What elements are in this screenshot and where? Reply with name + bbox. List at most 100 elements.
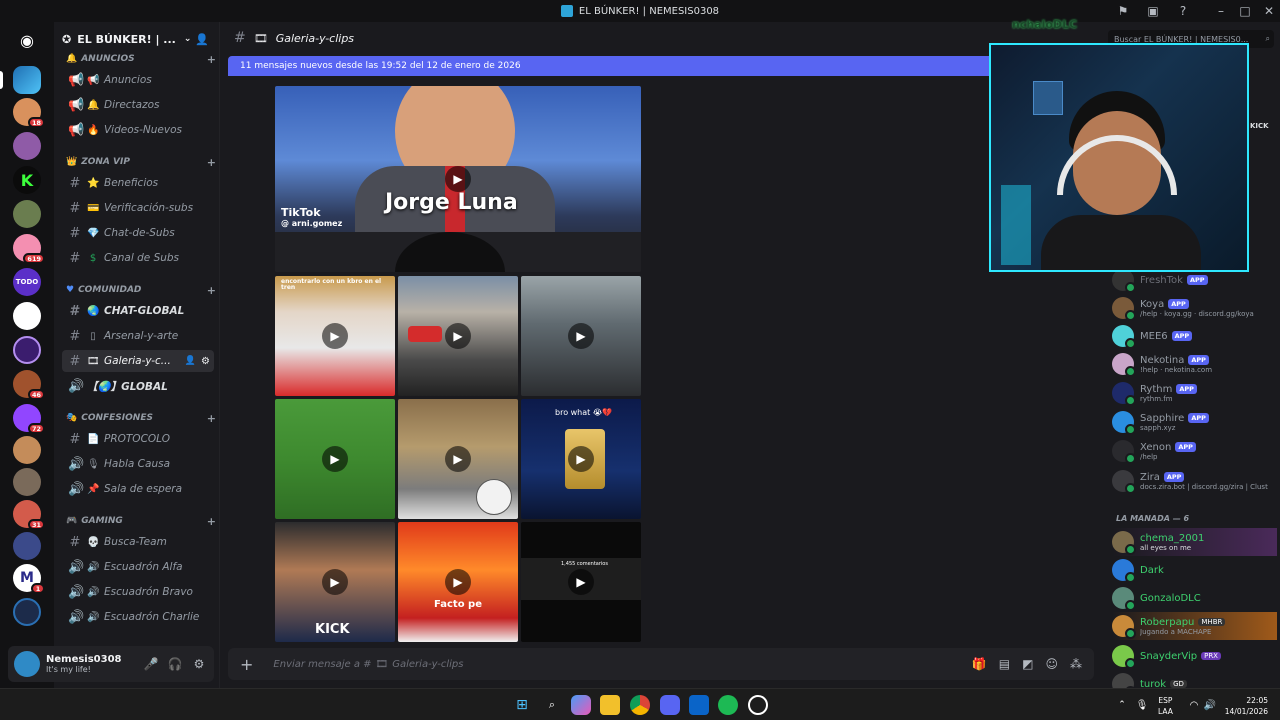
- server-icon[interactable]: [13, 532, 41, 560]
- play-icon[interactable]: ▶: [322, 569, 348, 595]
- play-icon[interactable]: ▶: [322, 323, 348, 349]
- sticker-icon[interactable]: ◩: [1022, 657, 1033, 671]
- settings-icon[interactable]: ⚙: [190, 657, 208, 671]
- server-icon[interactable]: K: [13, 166, 41, 194]
- server-icon[interactable]: 619: [13, 234, 45, 264]
- new-messages-bar[interactable]: 11 mensajes nuevos desde las 19:52 del 1…: [228, 56, 1008, 76]
- clock[interactable]: 22:05 14/01/2026: [1222, 695, 1268, 717]
- server-icon[interactable]: [0, 66, 41, 94]
- play-icon[interactable]: ▶: [445, 323, 471, 349]
- spotify-icon[interactable]: [718, 695, 738, 715]
- category-zona-vip[interactable]: 👑 ZONA VIP +: [66, 156, 216, 169]
- channel-busca-team[interactable]: # 💀 Busca-Team: [62, 531, 214, 553]
- gif-icon[interactable]: ▤: [999, 657, 1010, 671]
- emoji-icon[interactable]: ☺: [1045, 657, 1058, 671]
- channel-directazos[interactable]: 📢 🔔 Directazos: [62, 94, 214, 116]
- channel-sala-de-espera[interactable]: 🔊 📌 Sala de espera: [62, 478, 214, 500]
- start-icon[interactable]: ⊞: [512, 695, 532, 715]
- play-icon[interactable]: ▶: [445, 166, 471, 192]
- member-item[interactable]: Roberpapu MHBR Jugando a MACHAPE: [1112, 612, 1277, 640]
- add-channel-icon[interactable]: +: [207, 53, 216, 66]
- minimize-icon[interactable]: –: [1210, 0, 1232, 22]
- member-item[interactable]: Sapphire APP sapph.xyz: [1112, 408, 1277, 436]
- channel-verificacion-subs[interactable]: # 💳 Verificación-subs: [62, 197, 214, 219]
- video-tile[interactable]: ▶: [398, 399, 518, 519]
- close-icon[interactable]: ✕: [1258, 0, 1280, 22]
- guild-header[interactable]: ✪ EL BÚNKER! | ... ⌄ 👤: [54, 22, 219, 56]
- channel-global[interactable]: 🔊 【🌏】GLOBAL: [62, 375, 214, 397]
- add-channel-icon[interactable]: +: [207, 284, 216, 297]
- app-icon[interactable]: [748, 695, 768, 715]
- chrome-icon[interactable]: [630, 695, 650, 715]
- channel-arsenal-y-arte[interactable]: # ▯ Arsenal-y-arte: [62, 325, 214, 347]
- add-channel-icon[interactable]: +: [207, 412, 216, 425]
- add-member-icon[interactable]: 👤: [185, 356, 196, 366]
- discord-home-button[interactable]: ◉: [13, 26, 41, 54]
- member-item[interactable]: GonzaloDLC: [1112, 584, 1277, 612]
- play-icon[interactable]: ▶: [568, 569, 594, 595]
- discord-icon[interactable]: [660, 695, 680, 715]
- member-item[interactable]: Xenon APP/help: [1112, 437, 1277, 465]
- channel-chat-global[interactable]: # 🌏 CHAT-GLOBAL: [62, 300, 214, 322]
- channel-galeria-y-clips[interactable]: # 🎞 Galeria-y-c... 👤 ⚙: [62, 350, 214, 372]
- channel-canal-de-subs[interactable]: # $ Canal de Subs: [62, 247, 214, 269]
- microphone-icon[interactable]: 🎙: [1132, 695, 1152, 715]
- channel-beneficios[interactable]: # ⭐ Beneficios: [62, 172, 214, 194]
- video-tile[interactable]: bro what 😭💔 ▶: [521, 399, 641, 519]
- volume-icon[interactable]: 🔊: [1200, 695, 1220, 715]
- server-icon[interactable]: 72: [13, 404, 45, 434]
- add-channel-icon[interactable]: +: [207, 515, 216, 528]
- play-icon[interactable]: ▶: [568, 323, 594, 349]
- channel-chat-de-subs[interactable]: # 💎 Chat-de-Subs: [62, 222, 214, 244]
- screen-icon[interactable]: ▣: [1142, 0, 1164, 22]
- inbox-icon[interactable]: ⚑: [1112, 0, 1134, 22]
- server-icon[interactable]: [13, 436, 41, 464]
- video-tile[interactable]: ▶: [521, 276, 641, 396]
- video-tile[interactable]: ▶: [275, 399, 395, 519]
- server-icon[interactable]: [13, 598, 41, 626]
- search-icon[interactable]: ⌕: [542, 695, 562, 715]
- chevron-up-icon[interactable]: ⌃: [1112, 695, 1132, 715]
- apps-icon[interactable]: ⁂: [1070, 657, 1082, 671]
- add-attachment-icon[interactable]: +: [240, 655, 253, 674]
- play-icon[interactable]: ▶: [568, 446, 594, 472]
- invite-icon[interactable]: 👤: [195, 33, 209, 46]
- category-comunidad[interactable]: ♥ COMUNIDAD +: [66, 284, 216, 297]
- server-icon[interactable]: 18: [13, 98, 45, 128]
- member-item[interactable]: Koya APP/help · koya.gg · discord.gg/koya: [1112, 294, 1277, 322]
- member-item[interactable]: MEE6 APP: [1112, 322, 1277, 350]
- server-icon[interactable]: 31: [13, 500, 45, 530]
- channel-videos-nuevos[interactable]: 📢 🔥 Videos-Nuevos: [62, 119, 214, 141]
- member-item[interactable]: Nekotina APP !help · nekotina.com: [1112, 350, 1277, 378]
- headphones-icon[interactable]: 🎧: [166, 657, 184, 671]
- channel-habla-causa[interactable]: 🔊 🎙 Habla Causa: [62, 453, 214, 475]
- video-tile[interactable]: encontrarlo con un kbro en el tren ▶: [275, 276, 395, 396]
- channel-anuncios[interactable]: 📢 📢 Anuncios: [62, 69, 214, 91]
- member-item[interactable]: SnayderVip PRX: [1112, 642, 1277, 670]
- server-icon[interactable]: [13, 468, 41, 496]
- category-gaming[interactable]: 🎮 GAMING +: [66, 515, 216, 528]
- server-icon[interactable]: [13, 336, 41, 364]
- member-item[interactable]: Rythm APP rythm.fm: [1112, 379, 1277, 407]
- video-tile[interactable]: KICK ▶: [275, 522, 395, 642]
- member-item[interactable]: Zira APP docs.zira.bot | discord.gg/zira |…: [1112, 467, 1277, 495]
- play-icon[interactable]: ▶: [445, 446, 471, 472]
- play-icon[interactable]: ▶: [322, 446, 348, 472]
- channel-escuadron-alfa[interactable]: 🔊 🔊 Escuadrón Alfa: [62, 556, 214, 578]
- server-icon[interactable]: 46: [13, 370, 45, 400]
- member-item[interactable]: chema_2001 all eyes on me: [1112, 528, 1277, 556]
- video-tile[interactable]: 1,455 comentarios ▶: [521, 522, 641, 642]
- video-tile[interactable]: ▶: [398, 276, 518, 396]
- gift-icon[interactable]: 🎁: [972, 657, 987, 671]
- video-tile[interactable]: Jorge Luna TikTok @ arni.gomez ▶: [275, 86, 641, 272]
- play-icon[interactable]: ▶: [445, 569, 471, 595]
- category-anuncios[interactable]: 🔔 ANUNCIOS +: [66, 53, 216, 66]
- language-indicator[interactable]: ESP LAA: [1158, 695, 1173, 717]
- copilot-icon[interactable]: [571, 695, 591, 715]
- outlook-icon[interactable]: [689, 695, 709, 715]
- server-icon[interactable]: M1: [13, 564, 45, 594]
- member-item[interactable]: Dark: [1112, 556, 1277, 584]
- server-icon[interactable]: [13, 302, 41, 330]
- maximize-icon[interactable]: □: [1234, 0, 1256, 22]
- microphone-icon[interactable]: 🎤: [142, 657, 160, 671]
